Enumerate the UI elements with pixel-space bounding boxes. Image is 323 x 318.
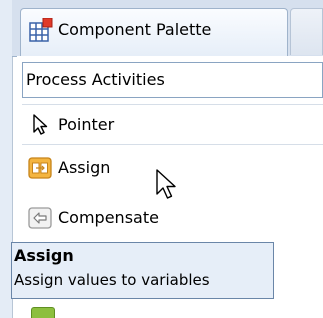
palette-item-label: Pointer (58, 115, 115, 134)
tooltip-title: Assign (14, 246, 74, 265)
tooltip-description: Assign values to variables (14, 271, 210, 289)
category-dropdown-value: Process Activities (26, 70, 165, 89)
item-divider (22, 104, 323, 105)
compensate-icon (28, 207, 52, 229)
component-palette-icon (29, 18, 53, 42)
tab-inactive[interactable] (290, 8, 323, 55)
pointer-arrow-icon (33, 114, 48, 135)
item-divider (22, 144, 323, 145)
palette-item-label: Assign (58, 158, 111, 177)
palette-item-label: Compensate (58, 208, 159, 227)
assign-icon (28, 157, 52, 179)
tab-label: Component Palette (58, 20, 212, 39)
partial-palette-item-icon (31, 307, 55, 318)
mouse-cursor-icon (156, 169, 176, 199)
